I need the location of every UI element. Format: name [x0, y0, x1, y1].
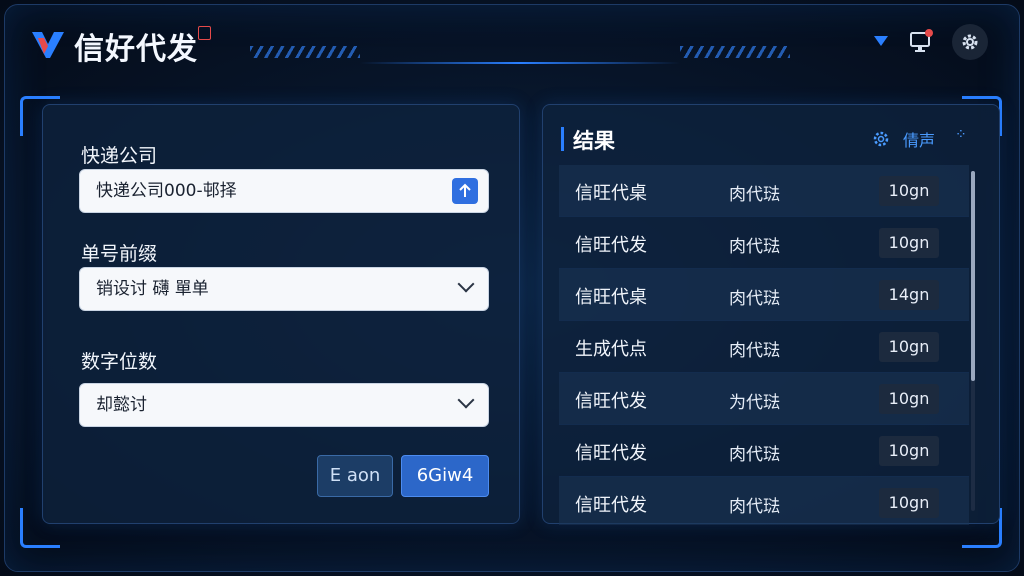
digits-select[interactable]: 却懿讨 — [79, 383, 489, 427]
item-type: 肉代琺 — [729, 497, 780, 517]
list-item[interactable]: 信旺代发 肉代琺 10gn — [559, 425, 969, 477]
item-type: 肉代琺 — [729, 445, 780, 465]
gear-icon[interactable] — [871, 129, 891, 149]
header-glow-line — [360, 62, 680, 64]
monitor-icon[interactable] — [908, 28, 934, 54]
item-name: 信旺代发 — [575, 235, 647, 256]
header-decoration — [250, 46, 360, 58]
item-type: 为代琺 — [729, 393, 780, 413]
title-accent-bar — [561, 127, 564, 151]
list-item[interactable]: 信旺代桌 肉代琺 14gn — [559, 269, 969, 321]
scrollbar-thumb[interactable] — [971, 171, 975, 381]
item-count: 10gn — [879, 436, 939, 466]
chevron-down-icon[interactable] — [874, 36, 888, 46]
results-list: 信旺代桌 肉代琺 10gn 信旺代发 肉代琺 10gn 信旺代桌 肉代琺 14g… — [559, 165, 969, 525]
digits-value: 却懿讨 — [96, 395, 147, 415]
item-type: 肉代琺 — [729, 341, 780, 361]
item-name: 信旺代发 — [575, 443, 647, 464]
courier-input[interactable]: 快递公司000-邨择 — [79, 169, 489, 213]
item-type: 肉代琺 — [729, 185, 780, 205]
settings-button[interactable] — [952, 24, 988, 60]
courier-select-button[interactable] — [452, 178, 478, 204]
chevron-down-icon — [457, 275, 475, 293]
list-item[interactable]: 信旺代发 肉代琺 10gn — [559, 477, 969, 525]
list-item[interactable]: 信旺代发 为代琺 10gn — [559, 373, 969, 425]
item-count: 10gn — [879, 176, 939, 206]
header-decoration — [680, 46, 790, 58]
cancel-button[interactable]: E aon — [317, 455, 393, 497]
header: 信好代发 — [0, 0, 1024, 80]
submit-button[interactable]: 6Giw4 — [401, 455, 489, 497]
item-name: 生成代点 — [575, 339, 647, 360]
results-panel: 结果 倩声 ⁘ 信旺代桌 肉代琺 10gn 信旺代发 肉代琺 10gn 信旺代桌… — [542, 104, 1000, 525]
item-count: 14gn — [879, 280, 939, 310]
item-count: 10gn — [879, 228, 939, 258]
results-action-link[interactable]: 倩声 — [903, 127, 935, 151]
logo-icon — [32, 32, 64, 58]
item-count: 10gn — [879, 488, 939, 518]
list-item[interactable]: 生成代点 肉代琺 10gn — [559, 321, 969, 373]
item-name: 信旺代发 — [575, 495, 647, 516]
arrow-up-icon — [459, 183, 471, 197]
item-type: 肉代琺 — [729, 289, 780, 309]
item-name: 信旺代发 — [575, 391, 647, 412]
gear-icon — [962, 34, 978, 50]
app-title: 信好代发 — [74, 32, 198, 67]
chevron-down-icon — [457, 391, 475, 409]
title-badge-icon — [198, 26, 211, 40]
results-title: 结果 — [573, 129, 615, 153]
courier-label: 快递公司 — [81, 145, 158, 167]
item-count: 10gn — [879, 332, 939, 362]
prefix-select[interactable]: 销设讨 礴 單单 — [79, 267, 489, 311]
item-count: 10gn — [879, 384, 939, 414]
scrollbar[interactable] — [971, 171, 975, 511]
prefix-label: 单号前缀 — [81, 243, 158, 265]
item-name: 信旺代桌 — [575, 287, 647, 308]
more-icon[interactable]: ⁘ — [955, 127, 967, 143]
list-item[interactable]: 信旺代桌 肉代琺 10gn — [559, 165, 969, 217]
item-type: 肉代琺 — [729, 237, 780, 257]
courier-value: 快递公司000-邨择 — [96, 181, 237, 201]
digits-label: 数字位数 — [81, 351, 158, 373]
list-item[interactable]: 信旺代发 肉代琺 10gn — [559, 217, 969, 269]
config-panel: 快递公司 快递公司000-邨择 单号前缀 销设讨 礴 單单 数字位数 却懿讨 E… — [42, 104, 520, 524]
prefix-value: 销设讨 礴 單单 — [96, 279, 209, 299]
item-name: 信旺代桌 — [575, 183, 647, 204]
